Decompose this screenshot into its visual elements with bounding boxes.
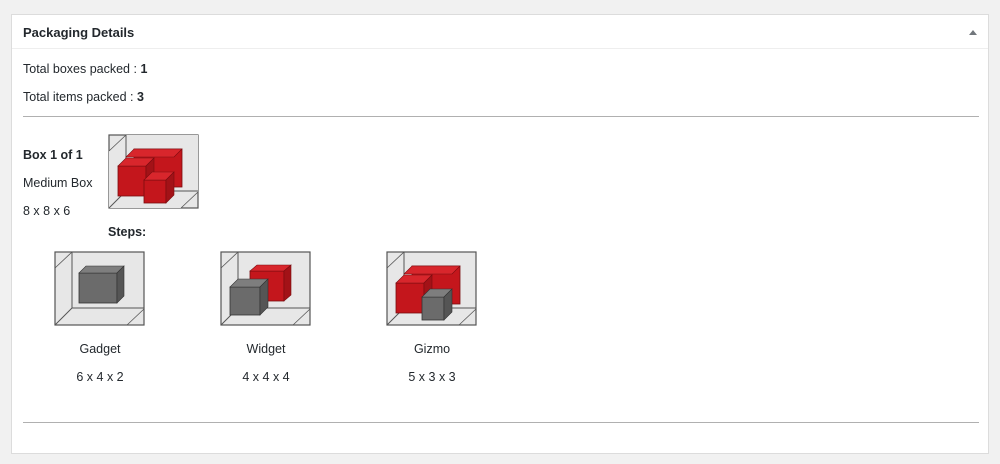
panel-title: Packaging Details	[23, 25, 135, 40]
packed-box-illustration	[108, 134, 199, 209]
step-gizmo-name: Gizmo	[413, 342, 451, 356]
step-widget-dimensions: 4 x 4 x 4	[242, 370, 290, 384]
packaging-details-panel: Packaging Details Total boxes packed : 1…	[11, 14, 989, 454]
divider-bottom	[23, 422, 979, 423]
step-gizmo-illustration	[386, 251, 477, 326]
step-gadget-illustration	[54, 251, 145, 326]
box-name: Medium Box	[23, 176, 93, 190]
collapse-toggle-icon[interactable]	[967, 26, 979, 38]
total-items-line: Total items packed : 3	[23, 90, 144, 104]
total-boxes-value: 1	[140, 62, 148, 76]
box-heading: Box 1 of 1	[23, 148, 83, 162]
total-items-label: Total items packed :	[23, 90, 137, 104]
total-boxes-line: Total boxes packed : 1	[23, 62, 147, 76]
box-dimensions: 8 x 8 x 6	[23, 204, 71, 218]
packed-items	[117, 148, 183, 204]
step-widget-illustration	[220, 251, 311, 326]
panel-header[interactable]: Packaging Details	[12, 15, 988, 49]
step-gizmo-dimensions: 5 x 3 x 3	[408, 370, 456, 384]
divider-top	[23, 116, 979, 117]
total-boxes-label: Total boxes packed :	[23, 62, 141, 76]
step-widget-name: Widget	[246, 342, 286, 356]
total-items-value: 3	[136, 90, 144, 104]
step-gadget-name: Gadget	[79, 342, 121, 356]
steps-label: Steps:	[108, 225, 147, 239]
step-gadget-dimensions: 6 x 4 x 2	[76, 370, 124, 384]
